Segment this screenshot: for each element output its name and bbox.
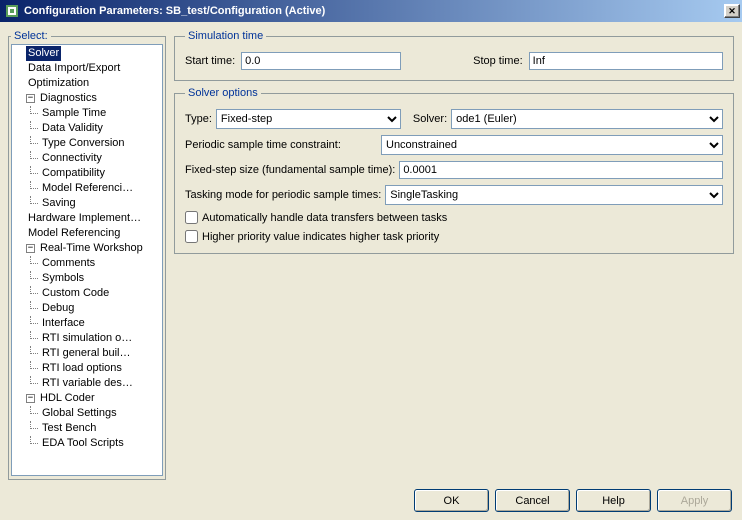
close-button[interactable]: ✕ xyxy=(724,4,740,18)
tree-node-sample-time[interactable]: Sample Time xyxy=(40,106,108,121)
tree-node-interface[interactable]: Interface xyxy=(40,316,87,331)
tree-node-connectivity[interactable]: Connectivity xyxy=(40,151,104,166)
simulation-time-legend: Simulation time xyxy=(185,30,266,42)
ok-button[interactable]: OK xyxy=(414,489,489,512)
button-bar: OK Cancel Help Apply xyxy=(414,489,732,512)
tree-node-data-validity[interactable]: Data Validity xyxy=(40,121,105,136)
tree-node-optimization[interactable]: Optimization xyxy=(26,76,91,91)
stop-time-input[interactable] xyxy=(529,52,723,70)
tree-node-compatibility[interactable]: Compatibility xyxy=(40,166,107,181)
select-legend: Select: xyxy=(11,30,51,42)
tree-node-diagnostics[interactable]: Diagnostics xyxy=(38,91,99,106)
expander-icon[interactable]: − xyxy=(26,244,35,253)
tree-node-rti-sim[interactable]: RTI simulation o… xyxy=(40,331,134,346)
select-pane: Select: Solver Data Import/Export Optimi… xyxy=(8,30,166,480)
tree-node-debug[interactable]: Debug xyxy=(40,301,76,316)
periodic-label: Periodic sample time constraint: xyxy=(185,139,377,151)
type-label: Type: xyxy=(185,113,212,125)
tree-node-hardware[interactable]: Hardware Implement… xyxy=(26,211,143,226)
tree-node-test-bench[interactable]: Test Bench xyxy=(40,421,98,436)
tree-node-comments[interactable]: Comments xyxy=(40,256,97,271)
tasking-label: Tasking mode for periodic sample times: xyxy=(185,189,381,201)
solver-options-group: Solver options Type: Fixed-step Solver: … xyxy=(174,87,734,254)
fixedstep-label: Fixed-step size (fundamental sample time… xyxy=(185,164,395,176)
apply-button[interactable]: Apply xyxy=(657,489,732,512)
tree-node-data-io[interactable]: Data Import/Export xyxy=(26,61,122,76)
tree-node-model-ref-diag[interactable]: Model Referenci… xyxy=(40,181,135,196)
higher-priority-checkbox[interactable] xyxy=(185,230,198,243)
type-select[interactable]: Fixed-step xyxy=(216,109,401,129)
tree-node-eda-scripts[interactable]: EDA Tool Scripts xyxy=(40,436,126,451)
help-button[interactable]: Help xyxy=(576,489,651,512)
tree-node-symbols[interactable]: Symbols xyxy=(40,271,86,286)
start-time-input[interactable] xyxy=(241,52,401,70)
tree-node-type-conversion[interactable]: Type Conversion xyxy=(40,136,127,151)
titlebar: Configuration Parameters: SB_test/Config… xyxy=(0,0,742,22)
tree-node-model-ref[interactable]: Model Referencing xyxy=(26,226,122,241)
tree-node-global-settings[interactable]: Global Settings xyxy=(40,406,119,421)
window-title: Configuration Parameters: SB_test/Config… xyxy=(24,5,325,17)
tree-node-rti-var[interactable]: RTI variable des… xyxy=(40,376,135,391)
stop-time-label: Stop time: xyxy=(473,55,523,67)
fixedstep-input[interactable] xyxy=(399,161,723,179)
tree-view[interactable]: Solver Data Import/Export Optimization −… xyxy=(11,44,163,476)
app-icon xyxy=(4,3,20,19)
tree-node-rti-gen[interactable]: RTI general buil… xyxy=(40,346,132,361)
start-time-label: Start time: xyxy=(185,55,235,67)
solver-options-legend: Solver options xyxy=(185,87,261,99)
higher-priority-label: Higher priority value indicates higher t… xyxy=(202,231,439,243)
auto-transfer-label: Automatically handle data transfers betw… xyxy=(202,212,447,224)
cancel-button[interactable]: Cancel xyxy=(495,489,570,512)
tasking-select[interactable]: SingleTasking xyxy=(385,185,723,205)
tree-node-hdl[interactable]: HDL Coder xyxy=(38,391,97,406)
tree-node-rti-load[interactable]: RTI load options xyxy=(40,361,124,376)
periodic-select[interactable]: Unconstrained xyxy=(381,135,723,155)
solver-label: Solver: xyxy=(413,113,447,125)
tree-node-custom-code[interactable]: Custom Code xyxy=(40,286,111,301)
simulation-time-group: Simulation time Start time: Stop time: xyxy=(174,30,734,81)
auto-transfer-checkbox[interactable] xyxy=(185,211,198,224)
solver-select[interactable]: ode1 (Euler) xyxy=(451,109,723,129)
tree-node-rtw[interactable]: Real-Time Workshop xyxy=(38,241,145,256)
tree-node-solver[interactable]: Solver xyxy=(26,46,61,61)
tree-node-saving[interactable]: Saving xyxy=(40,196,78,211)
expander-icon[interactable]: − xyxy=(26,94,35,103)
expander-icon[interactable]: − xyxy=(26,394,35,403)
